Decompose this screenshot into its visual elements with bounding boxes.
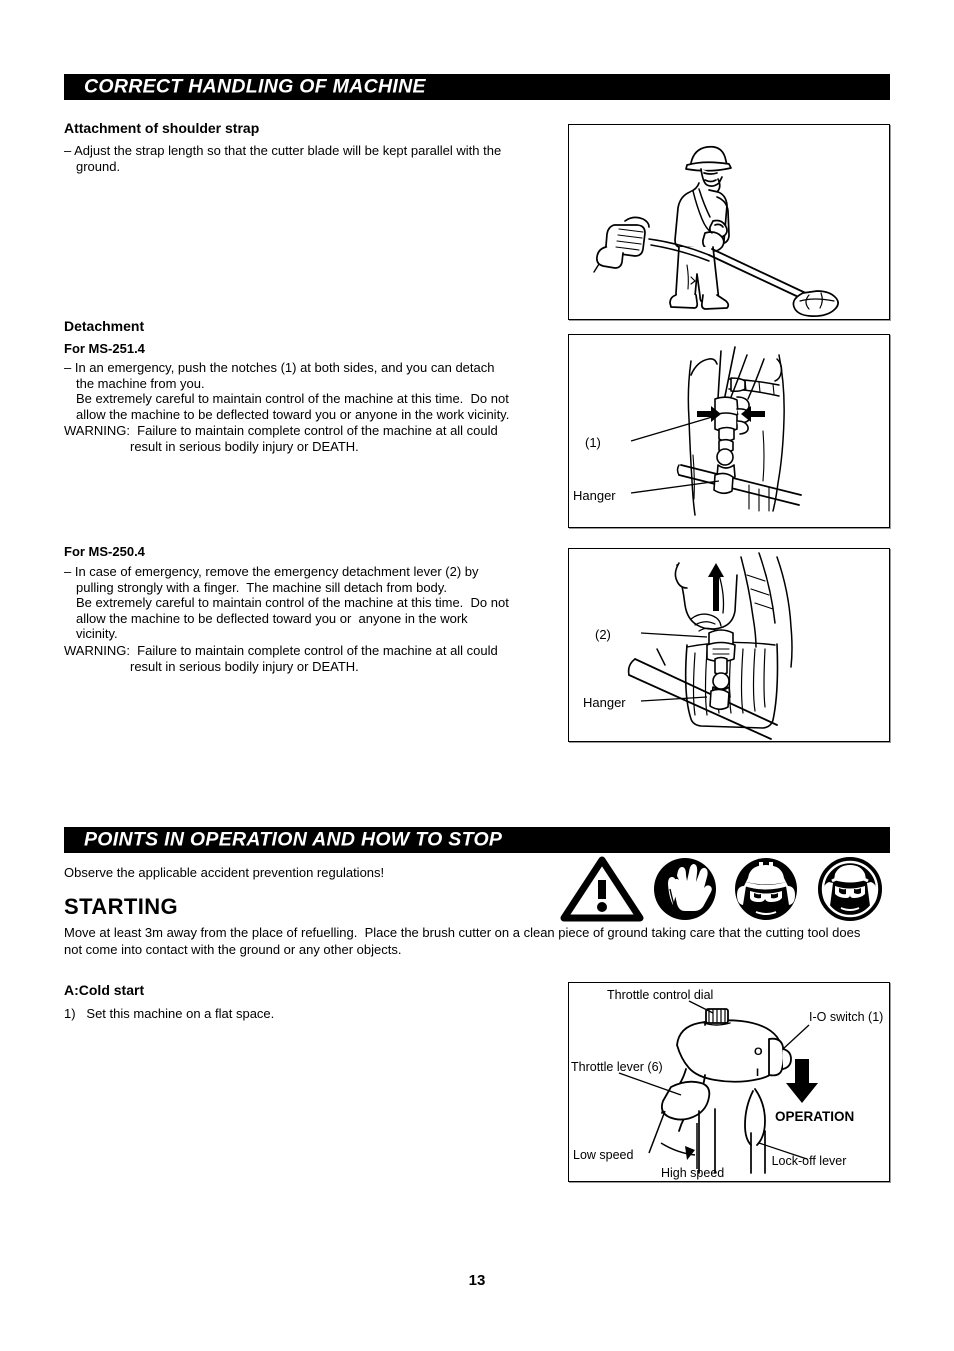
coldstart-step-1: 1) Set this machine on a flat space. — [64, 1006, 275, 1021]
ms250-line-1: – In case of emergency, remove the emerg… — [64, 564, 479, 579]
figure-detachment-lever: (2) Hanger — [568, 548, 890, 742]
eye-ear-protection-icon — [818, 857, 882, 921]
manual-page: CORRECT HANDLING OF MACHINE Attachment o… — [0, 0, 954, 1351]
starting-body: Move at least 3m away from the place of … — [64, 925, 890, 958]
label-io-switch: I-O switch (1) — [809, 1010, 883, 1024]
starting-heading: STARTING — [64, 894, 179, 919]
ms250-warning: WARNING: Failure to maintain complete co… — [64, 643, 544, 674]
ms251-heading: For MS-251.4 — [64, 341, 145, 356]
observe-regulations-text: Observe the applicable accident preventi… — [64, 865, 385, 880]
ms251-warning-line-1: WARNING: Failure to maintain complete co… — [64, 423, 498, 438]
ms251-warning-line-2: result in serious bodily injury or DEATH… — [130, 438, 359, 454]
starting-line-1: Move at least 3m away from the place of … — [64, 925, 861, 940]
attachment-line-1: – Adjust the strap length so that the cu… — [64, 143, 502, 158]
ms250-heading: For MS-250.4 — [64, 544, 145, 559]
ms250-warning-line-2: result in serious bodily injury or DEATH… — [130, 658, 359, 674]
figure-notches-hanger: (1) Hanger — [568, 334, 890, 528]
figure-operator-svg — [593, 145, 839, 317]
switch-o-marking: O — [754, 1046, 763, 1058]
label-high-speed: High speed — [661, 1166, 724, 1180]
ms250-line-4: allow the machine to be deflected toward… — [76, 610, 468, 626]
label-lock-off-lever: Lock-off lever — [772, 1154, 847, 1168]
ms251-line-2: the machine from you. — [76, 375, 205, 391]
attachment-line-2: ground. — [76, 158, 121, 174]
ms250-warning-line-1: WARNING: Failure to maintain complete co… — [64, 643, 498, 658]
figure-throttle-svg: O I OPERATION Throttle control dial I-O … — [571, 988, 883, 1180]
attachment-body: – Adjust the strap length so that the cu… — [64, 143, 534, 174]
protective-gloves-icon — [654, 858, 716, 920]
section-header-title-2: POINTS IN OPERATION AND HOW TO STOP — [84, 828, 503, 851]
attachment-heading: Attachment of shoulder strap — [64, 120, 260, 136]
label-throttle-lever: Throttle lever (6) — [571, 1060, 663, 1074]
ms250-body: – In case of emergency, remove the emerg… — [64, 564, 544, 642]
figure-throttle-controls: O I OPERATION Throttle control dial I-O … — [568, 982, 890, 1182]
detachment-heading: Detachment — [64, 318, 145, 334]
label-throttle-control-dial: Throttle control dial — [607, 988, 713, 1002]
section-header-correct-handling: CORRECT HANDLING OF MACHINE — [64, 74, 890, 100]
ms251-line-4: allow the machine to be deflected toward… — [76, 406, 510, 422]
figure2-label-1: (1) — [585, 435, 601, 450]
section-header-points-in-operation: POINTS IN OPERATION AND HOW TO STOP — [64, 827, 890, 853]
figure-notches-svg: (1) Hanger — [573, 346, 802, 516]
ms250-line-3: Be extremely careful to maintain control… — [76, 595, 509, 611]
starting-line-2: not come into contact with the ground or… — [64, 941, 402, 957]
figure-operator-with-strap — [568, 124, 890, 320]
operation-label: OPERATION — [775, 1109, 854, 1124]
warning-triangle-icon — [560, 856, 644, 922]
coldstart-heading: A:Cold start — [64, 982, 145, 998]
page-number: 13 — [468, 1272, 486, 1289]
figure3-label-2: (2) — [595, 627, 611, 642]
section-header-title: CORRECT HANDLING OF MACHINE — [84, 75, 426, 98]
ms250-line-5: vicinity. — [76, 626, 118, 642]
ms251-warning: WARNING: Failure to maintain complete co… — [64, 423, 544, 454]
ms250-line-2: pulling strongly with a finger. The mach… — [76, 579, 447, 595]
ms251-line-3: Be extremely careful to maintain control… — [76, 391, 509, 407]
figure3-label-hanger: Hanger — [583, 695, 626, 710]
figure-lever-svg: (2) Hanger — [583, 552, 793, 740]
operation-arrow-icon — [786, 1059, 818, 1103]
figure2-label-hanger: Hanger — [573, 488, 616, 503]
ms251-body: – In an emergency, push the notches (1) … — [64, 360, 544, 422]
label-low-speed: Low speed — [573, 1148, 634, 1162]
head-protection-icon — [735, 858, 797, 920]
ms251-line-1: – In an emergency, push the notches (1) … — [64, 360, 495, 375]
switch-i-marking: I — [756, 1067, 759, 1079]
pictogram-row — [560, 856, 890, 922]
